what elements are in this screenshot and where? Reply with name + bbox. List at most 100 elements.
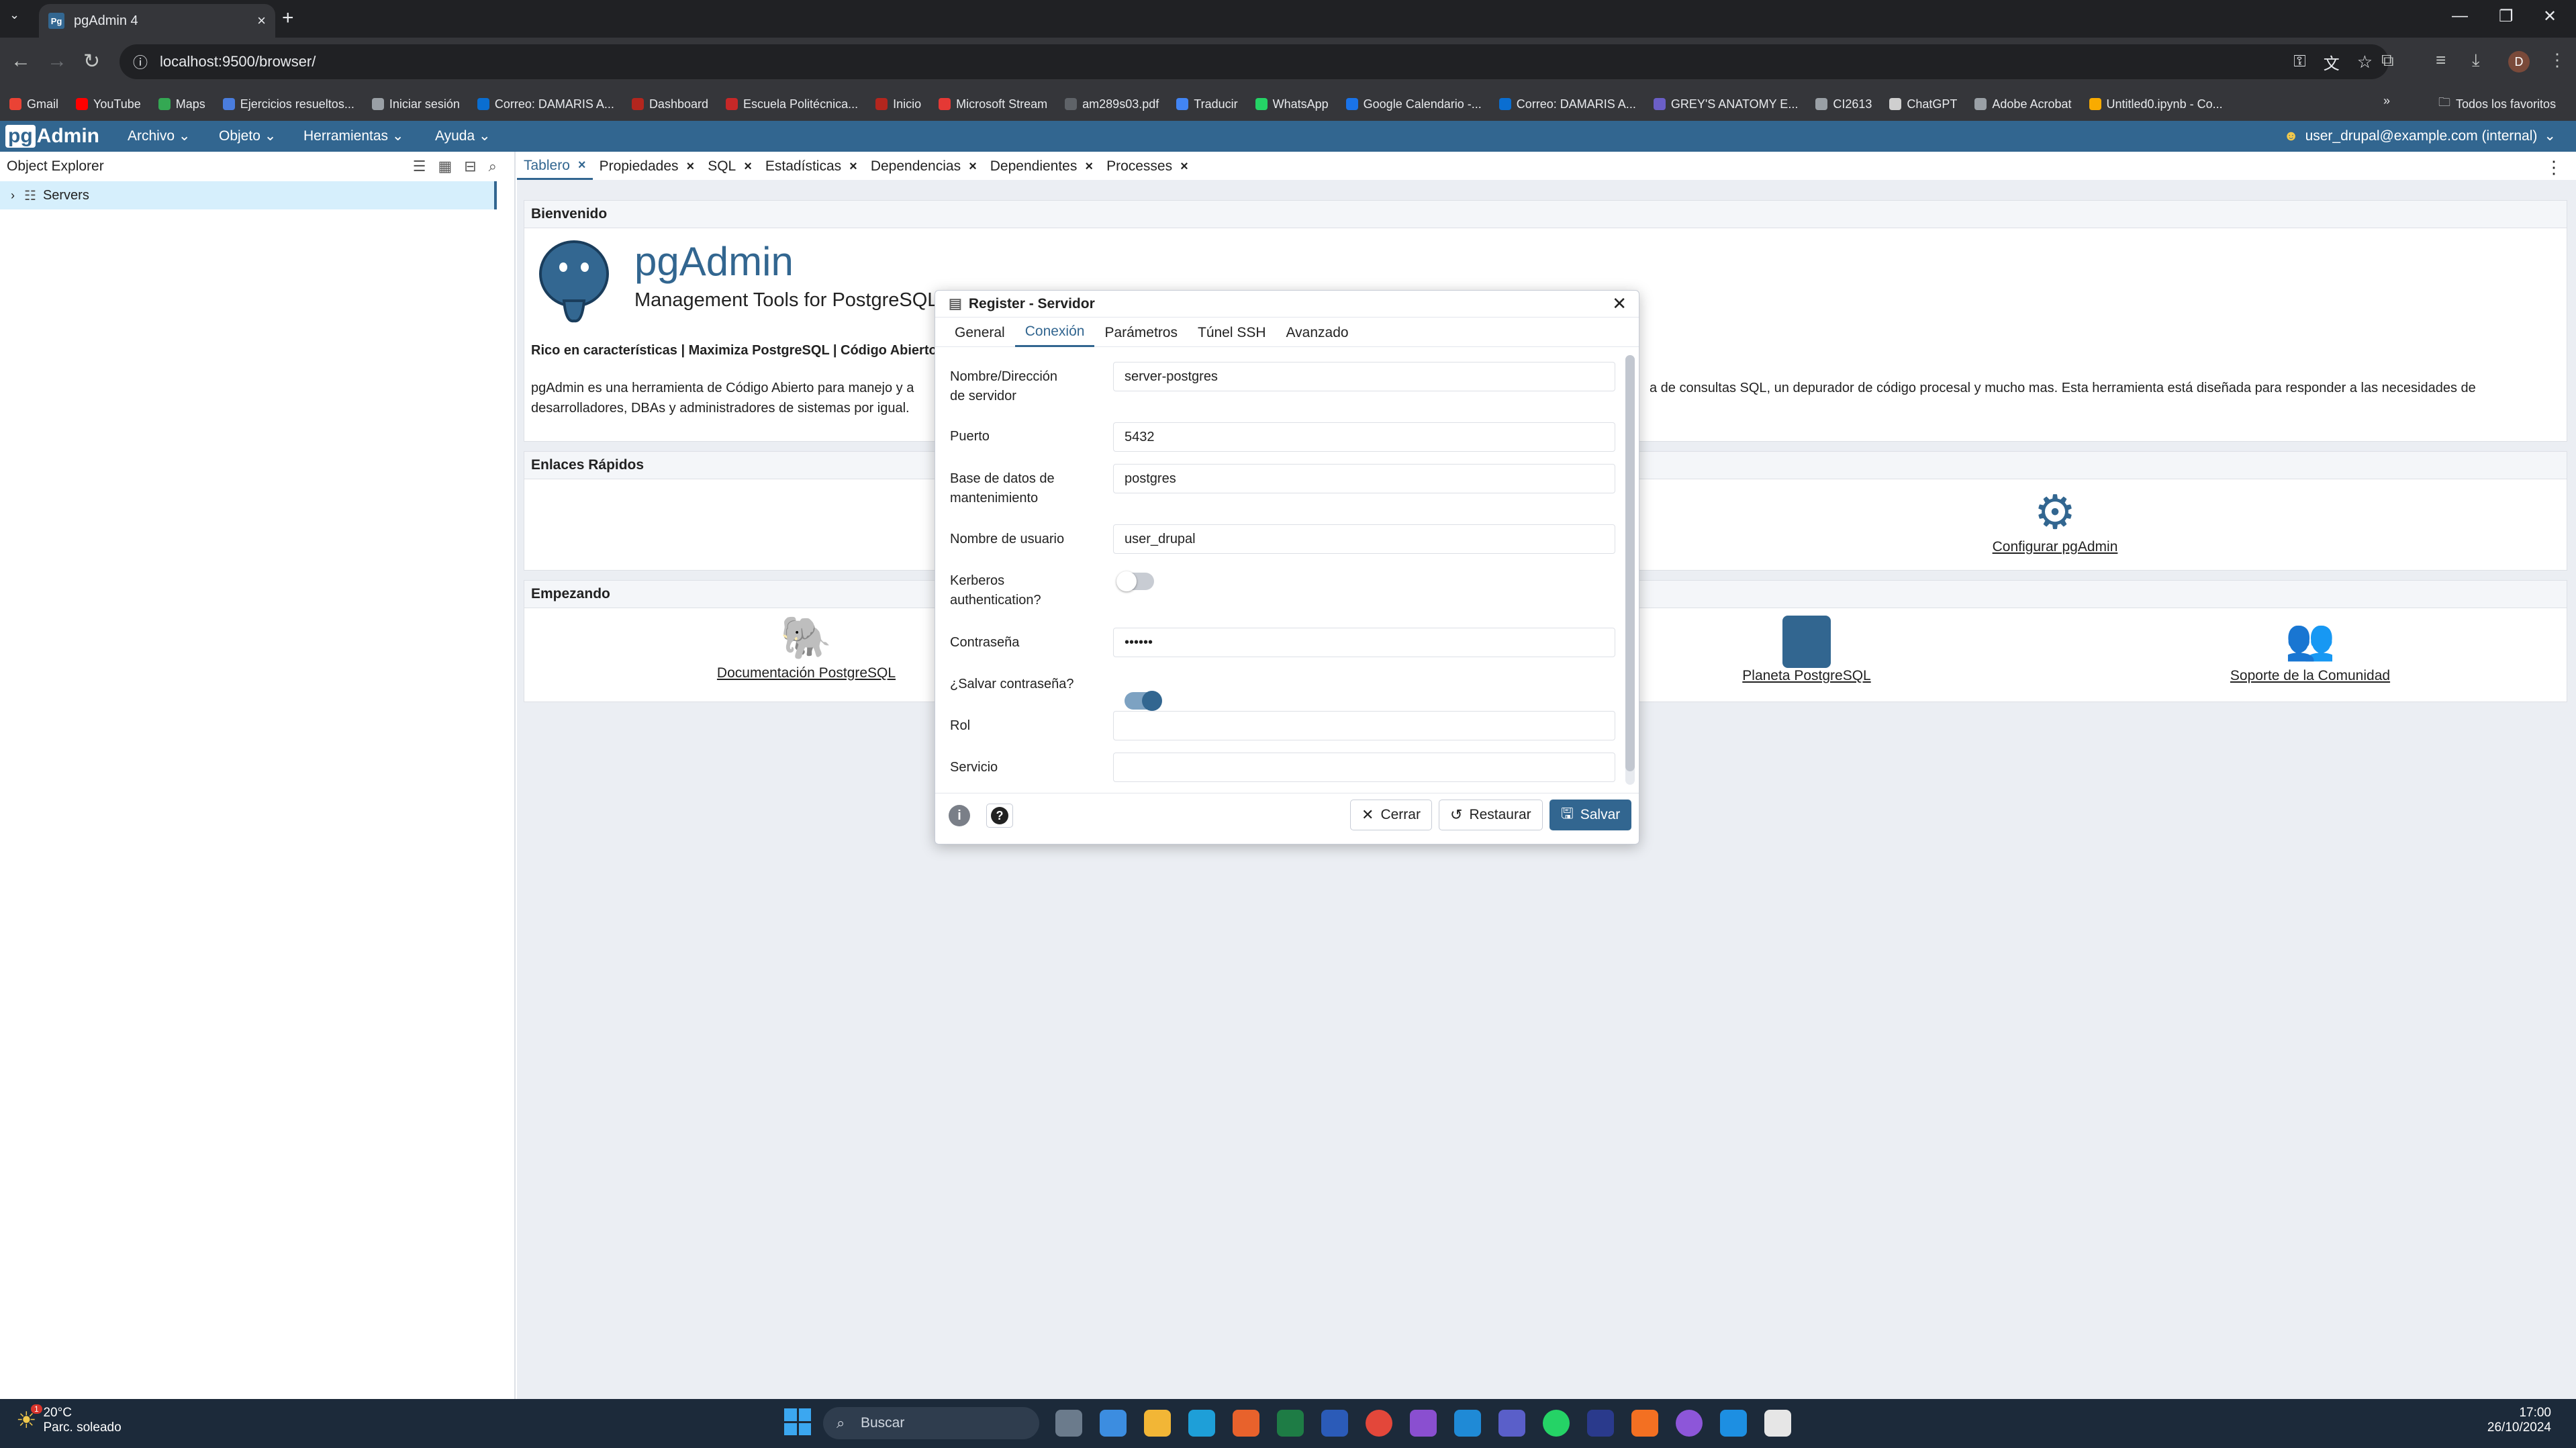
- close-dialog-icon[interactable]: ✕: [1612, 293, 1627, 314]
- tab-tablero[interactable]: Tablero ×: [517, 153, 593, 180]
- tab-general[interactable]: General: [945, 319, 1015, 347]
- close-icon[interactable]: ×: [969, 159, 977, 175]
- taskbar-search[interactable]: ⌕ Buscar: [823, 1407, 1039, 1439]
- bookmark-item[interactable]: Ejercicios resueltos...: [222, 97, 354, 111]
- bookmarks-overflow-icon[interactable]: »: [2383, 94, 2390, 108]
- reload-icon[interactable]: ↻: [83, 50, 100, 73]
- clock[interactable]: 17:00 26/10/2024: [2457, 1406, 2551, 1435]
- reset-button[interactable]: ↺ Restaurar: [1439, 800, 1543, 830]
- menu-objeto[interactable]: Objeto ⌄: [219, 128, 276, 144]
- site-info-icon[interactable]: ⓘ: [133, 51, 148, 73]
- help-button[interactable]: ?: [986, 804, 1013, 828]
- bookmark-item[interactable]: Correo: DAMARIS A...: [477, 97, 614, 111]
- chrome-icon[interactable]: [1366, 1410, 1392, 1437]
- menu-ayuda[interactable]: Ayuda ⌄: [435, 128, 491, 144]
- username-input[interactable]: user_drupal: [1113, 524, 1615, 554]
- tab-avanzado[interactable]: Avanzado: [1276, 319, 1359, 347]
- excel-icon[interactable]: [1277, 1410, 1304, 1437]
- bookmark-item[interactable]: GREY'S ANATOMY E...: [1653, 97, 1798, 111]
- start-button[interactable]: [784, 1408, 811, 1435]
- planet-postgres-link[interactable]: Planeta PostgreSQL: [1699, 612, 1914, 684]
- dialog-scrollbar[interactable]: [1625, 355, 1635, 785]
- kerberos-toggle[interactable]: [1116, 571, 1154, 591]
- browser-menu-icon[interactable]: ⋮: [2548, 50, 2566, 70]
- tab-parametros[interactable]: Parámetros: [1094, 319, 1188, 347]
- restore-icon[interactable]: ❐: [2499, 7, 2514, 26]
- media-controls-icon[interactable]: ≡: [2436, 50, 2446, 70]
- query-tool-icon[interactable]: ☰: [413, 158, 426, 175]
- info-icon[interactable]: i: [949, 805, 970, 826]
- tab-propiedades[interactable]: Propiedades ×: [593, 153, 702, 180]
- edge-icon[interactable]: [1188, 1410, 1215, 1437]
- file-explorer-icon[interactable]: [1144, 1410, 1171, 1437]
- all-bookmarks-folder[interactable]: 🗀 Todos los favoritos: [2438, 94, 2556, 114]
- service-input[interactable]: [1113, 753, 1615, 782]
- forward-icon[interactable]: →: [47, 50, 67, 73]
- role-input[interactable]: [1113, 711, 1615, 740]
- new-tab-icon[interactable]: +: [282, 7, 294, 30]
- xampp-icon[interactable]: [1631, 1410, 1658, 1437]
- bookmark-item[interactable]: Untitled0.ipynb - Co...: [2089, 97, 2223, 111]
- password-key-icon[interactable]: ⚿: [2293, 52, 2305, 71]
- back-icon[interactable]: ←: [11, 50, 31, 73]
- close-icon[interactable]: ×: [1085, 159, 1093, 175]
- close-icon[interactable]: ×: [849, 159, 857, 175]
- window-close-icon[interactable]: ✕: [2543, 7, 2557, 26]
- tab-search-icon[interactable]: ⌄: [9, 8, 19, 22]
- tab-conexion[interactable]: Conexión: [1014, 319, 1095, 347]
- configure-pgadmin-link[interactable]: ⚙ Configurar pgAdmin: [1981, 485, 2129, 555]
- teams-icon[interactable]: [1498, 1410, 1525, 1437]
- vscode-icon[interactable]: [1454, 1410, 1481, 1437]
- save-password-toggle[interactable]: [1125, 691, 1162, 711]
- word-icon[interactable]: [1321, 1410, 1348, 1437]
- bookmark-item[interactable]: Traducir: [1176, 97, 1238, 111]
- whatsapp-icon[interactable]: [1543, 1410, 1570, 1437]
- port-input[interactable]: 5432: [1113, 422, 1615, 452]
- bookmark-item[interactable]: YouTube: [76, 97, 141, 111]
- bookmark-item[interactable]: Correo: DAMARIS A...: [1498, 97, 1636, 111]
- chevron-right-icon[interactable]: ›: [11, 189, 15, 203]
- tab-dependientes[interactable]: Dependientes ×: [984, 153, 1100, 180]
- jetbrains-icon[interactable]: [1587, 1410, 1614, 1437]
- copilot-icon[interactable]: [1100, 1410, 1127, 1437]
- more-options-icon[interactable]: ⋮: [2545, 157, 2563, 178]
- community-support-link[interactable]: 👥 Soporte de la Comunidad: [2203, 612, 2418, 684]
- firefox-icon[interactable]: [1233, 1410, 1259, 1437]
- weather-widget[interactable]: ☀ 20°C Parc. soleado 1: [16, 1404, 122, 1435]
- tab-tunel-ssh[interactable]: Túnel SSH: [1188, 319, 1276, 347]
- address-bar[interactable]: ⓘ localhost:9500/browser/ ⚿ 文 ☆: [120, 44, 2389, 79]
- tab-dependencias[interactable]: Dependencias ×: [864, 153, 984, 180]
- password-input[interactable]: ••••••: [1113, 628, 1615, 657]
- app-icon[interactable]: [1764, 1410, 1791, 1437]
- bookmark-item[interactable]: CI2613: [1815, 97, 1872, 111]
- bookmark-item[interactable]: Maps: [158, 97, 205, 111]
- translate-icon[interactable]: 文: [2324, 50, 2340, 74]
- bookmark-item[interactable]: Microsoft Stream: [939, 97, 1047, 111]
- view-data-icon[interactable]: ▦: [438, 158, 452, 175]
- bookmark-item[interactable]: Escuela Politécnica...: [726, 97, 858, 111]
- visual-studio-icon[interactable]: [1410, 1410, 1437, 1437]
- extensions-icon[interactable]: ⧉: [2381, 50, 2394, 71]
- close-icon[interactable]: ×: [1180, 159, 1188, 175]
- bookmark-item[interactable]: Inicio: [875, 97, 921, 111]
- save-button[interactable]: 🖫 Salvar: [1549, 800, 1632, 830]
- bookmark-item[interactable]: Adobe Acrobat: [1974, 97, 2072, 111]
- filter-rows-icon[interactable]: ⊟: [464, 158, 476, 175]
- close-icon[interactable]: ×: [744, 159, 752, 175]
- maintenance-db-input[interactable]: postgres: [1113, 464, 1615, 493]
- close-tab-icon[interactable]: ×: [257, 12, 266, 30]
- tree-item-servers[interactable]: › ☷ Servers: [0, 181, 497, 209]
- host-input[interactable]: server-postgres: [1113, 362, 1615, 391]
- scrollbar-thumb[interactable]: [1625, 355, 1635, 771]
- downloads-icon[interactable]: ⤓: [2472, 50, 2480, 71]
- close-button[interactable]: ✕ Cerrar: [1350, 800, 1432, 830]
- close-icon[interactable]: ×: [578, 158, 586, 173]
- user-menu[interactable]: ☻ user_drupal@example.com (internal) ⌄: [2283, 128, 2556, 144]
- bookmark-item[interactable]: ChatGPT: [1889, 97, 1957, 111]
- bookmark-item[interactable]: Google Calendario -...: [1345, 97, 1482, 111]
- bookmark-item[interactable]: Dashboard: [631, 97, 708, 111]
- menu-archivo[interactable]: Archivo ⌄: [128, 128, 190, 144]
- menu-herramientas[interactable]: Herramientas ⌄: [303, 128, 404, 144]
- tab-sql[interactable]: SQL ×: [701, 153, 759, 180]
- bookmark-item[interactable]: Iniciar sesión: [371, 97, 460, 111]
